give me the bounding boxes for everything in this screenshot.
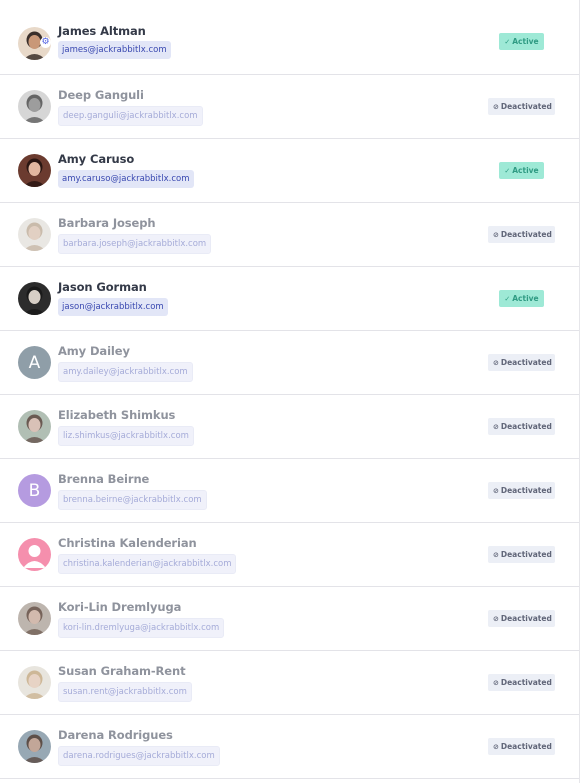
user-name[interactable]: Kori-Lin Dremlyuga [58, 600, 181, 614]
status-label: Deactivated [500, 422, 552, 431]
user-email: amy.dailey@jackrabbitlx.com [58, 362, 193, 382]
avatar: A [18, 346, 51, 379]
ban-icon: ⊘ [493, 423, 499, 431]
user-email: susan.rent@jackrabbitlx.com [58, 682, 192, 702]
avatar-initial: A [28, 352, 41, 373]
avatar-initial: B [28, 480, 41, 501]
user-email: deep.ganguli@jackrabbitlx.com [58, 106, 203, 126]
status-label: Deactivated [500, 742, 552, 751]
user-name[interactable]: Darena Rodrigues [58, 728, 173, 742]
avatar [18, 282, 51, 315]
avatar [18, 154, 51, 187]
status-label: Deactivated [500, 230, 552, 239]
user-row[interactable]: Kori-Lin Dremlyuga kori-lin.dremlyuga@jac… [0, 587, 579, 651]
ban-icon: ⊘ [493, 359, 499, 367]
user-row[interactable]: Elizabeth Shimkus liz.shimkus@jackrabbitl… [0, 395, 579, 459]
status-badge: ⊘ Deactivated [488, 354, 555, 371]
status-badge: ⊘ Deactivated [488, 226, 555, 243]
status-label: Active [512, 294, 539, 303]
user-name[interactable]: Amy Dailey [58, 344, 130, 358]
user-list: ⚙ James Altman james@jackrabbitlx.com ✓ Acti… [0, 0, 580, 783]
user-name[interactable]: Christina Kalenderian [58, 536, 197, 550]
user-row[interactable]: Jason Gorman jason@jackrabbitlx.com ✓ Activ… [0, 267, 579, 331]
ban-icon: ⊘ [493, 679, 499, 687]
status-label: Deactivated [500, 550, 552, 559]
user-row[interactable]: Susan Graham-Rent susan.rent@jackrabbitlx… [0, 651, 579, 715]
ban-icon: ⊘ [493, 551, 499, 559]
ban-icon: ⊘ [493, 487, 499, 495]
user-email: kori-lin.dremlyuga@jackrabbitlx.com [58, 618, 225, 638]
user-email: james@jackrabbitlx.com [58, 41, 171, 59]
avatar [18, 602, 51, 635]
avatar [18, 666, 51, 699]
status-badge: ⊘ Deactivated [488, 610, 555, 627]
user-name[interactable]: James Altman [58, 24, 146, 38]
user-name[interactable]: Jason Gorman [58, 280, 147, 294]
status-badge: ⊘ Deactivated [488, 98, 555, 115]
ban-icon: ⊘ [493, 615, 499, 623]
user-row[interactable]: Barbara Joseph barbara.joseph@jackrabbitl… [0, 203, 579, 267]
user-row[interactable]: Deep Ganguli deep.ganguli@jackrabbitlx.co… [0, 75, 579, 139]
ban-icon: ⊘ [493, 103, 499, 111]
status-badge: ✓ Active [499, 290, 544, 307]
user-email: darena.rodrigues@jackrabbitlx.com [58, 746, 220, 766]
user-email: liz.shimkus@jackrabbitlx.com [58, 426, 194, 446]
check-icon: ✓ [504, 167, 511, 175]
status-badge: ⊘ Deactivated [488, 738, 555, 755]
status-label: Deactivated [500, 358, 552, 367]
user-row[interactable]: Christina Kalenderian christina.kalenderi… [0, 523, 579, 587]
check-icon: ✓ [504, 295, 511, 303]
avatar: B [18, 474, 51, 507]
status-badge: ✓ Active [499, 33, 544, 50]
status-badge: ⊘ Deactivated [488, 674, 555, 691]
status-label: Deactivated [500, 102, 552, 111]
ban-icon: ⊘ [493, 231, 499, 239]
user-email: amy.caruso@jackrabbitlx.com [58, 170, 194, 188]
ban-icon: ⊘ [493, 743, 499, 751]
user-email: brenna.beirne@jackrabbitlx.com [58, 490, 207, 510]
user-email: christina.kalenderian@jackrabbitlx.com [58, 554, 237, 574]
user-row[interactable]: B Brenna Beirne brenna.beirne@jackrabbitlx… [0, 459, 579, 523]
status-badge: ✓ Active [499, 162, 544, 179]
user-row[interactable]: Amy Caruso amy.caruso@jackrabbitlx.com ✓ Ac… [0, 139, 579, 203]
user-email: barbara.joseph@jackrabbitlx.com [58, 234, 212, 254]
user-name[interactable]: Deep Ganguli [58, 88, 144, 102]
user-row[interactable]: A Amy Dailey amy.dailey@jackrabbitlx.com ⊘ D… [0, 331, 579, 395]
gear-icon: ⚙ [40, 37, 51, 48]
user-name[interactable]: Susan Graham-Rent [58, 664, 186, 678]
avatar [18, 538, 51, 571]
user-name[interactable]: Amy Caruso [58, 152, 134, 166]
status-label: Active [512, 166, 539, 175]
status-label: Active [512, 37, 539, 46]
user-name[interactable]: Brenna Beirne [58, 472, 149, 486]
user-row[interactable]: ⚙ James Altman james@jackrabbitlx.com ✓ Acti… [0, 0, 579, 75]
avatar [18, 410, 51, 443]
check-icon: ✓ [504, 38, 511, 46]
user-name[interactable]: Barbara Joseph [58, 216, 156, 230]
user-email: jason@jackrabbitlx.com [58, 298, 168, 316]
avatar [18, 730, 51, 763]
avatar [18, 218, 51, 251]
user-name[interactable]: Elizabeth Shimkus [58, 408, 175, 422]
user-row[interactable]: Darena Rodrigues darena.rodrigues@jackrab… [0, 715, 579, 779]
status-label: Deactivated [500, 486, 552, 495]
status-badge: ⊘ Deactivated [488, 418, 555, 435]
status-badge: ⊘ Deactivated [488, 482, 555, 499]
status-label: Deactivated [500, 678, 552, 687]
avatar [18, 90, 51, 123]
status-label: Deactivated [500, 614, 552, 623]
status-badge: ⊘ Deactivated [488, 546, 555, 563]
